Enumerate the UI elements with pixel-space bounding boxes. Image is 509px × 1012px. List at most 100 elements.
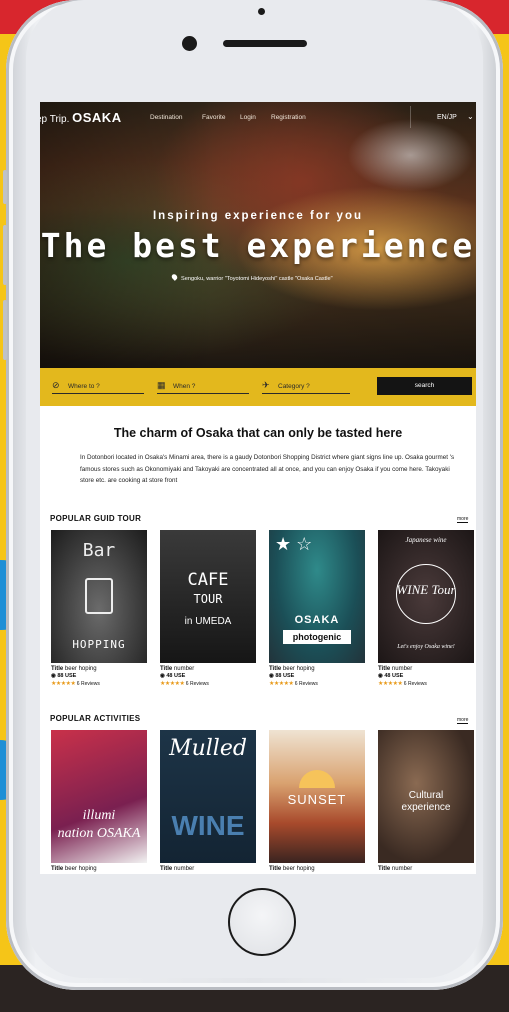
home-button[interactable]	[228, 888, 296, 956]
nav-favorite[interactable]: Favorite	[202, 114, 225, 121]
reviews-count: 6 Reviews	[76, 681, 100, 687]
nav-destination[interactable]: Destination	[150, 114, 183, 121]
title-value: beer hoping	[64, 666, 97, 672]
tour-card[interactable]: Japanese wine WINE Tour Let's enjoy Osak…	[378, 530, 474, 687]
tour-card-price: ◉ 48 USE	[160, 673, 186, 679]
title-value: beer hoping	[282, 666, 315, 672]
activity-card-image: illumi nation OSAKA	[51, 730, 147, 863]
tour-card-price: ◉ 88 USE	[51, 673, 77, 679]
tour-card-title: Title beer hoping	[269, 666, 365, 672]
activity-card-title: Title number	[378, 866, 474, 872]
category-placeholder: Category ?	[278, 383, 310, 390]
logo-prefix: ep Trip.	[40, 114, 70, 125]
tours-more-link[interactable]: more	[457, 516, 469, 523]
star-rating: ★★★★★	[51, 681, 76, 687]
intro-body: In Dotonbori located in Osaka's Minami a…	[80, 454, 455, 484]
nav-registration[interactable]: Registration	[271, 114, 306, 121]
activity-image-caption: Cultural	[408, 790, 444, 801]
tour-card[interactable]: CAFE TOUR in UMEDA Title number ◉ 48 USE…	[160, 530, 256, 687]
tour-card[interactable]: ★ ☆ OSAKA photogenic Title beer hoping ◉…	[269, 530, 365, 687]
tour-card-image: Japanese wine WINE Tour Let's enjoy Osak…	[378, 530, 474, 663]
star-rating: ★★★★★	[269, 681, 294, 687]
title-value: number	[391, 866, 413, 872]
when-placeholder: When ?	[173, 383, 196, 390]
hero-banner: ep Trip. OSAKA Destination Favorite Logi…	[40, 102, 476, 368]
price-value: 88 USE	[57, 673, 77, 679]
phone-camera	[182, 36, 197, 51]
tour-card-image: Bar HOPPING	[51, 530, 147, 663]
activity-card-title: Title beer hoping	[51, 866, 147, 872]
sun-icon	[299, 770, 335, 788]
tour-card-rating: ★★★★★ 6 Reviews	[160, 680, 256, 687]
phone-speaker	[223, 40, 307, 47]
title-label: Title	[378, 866, 391, 872]
intro-title: The charm of Osaka that can only be tast…	[113, 426, 403, 440]
reviews-count: 6 Reviews	[294, 681, 318, 687]
activity-card[interactable]: SUNSET Title beer hoping	[269, 730, 365, 872]
category-field[interactable]: ✈ Category ?	[262, 380, 350, 394]
when-field[interactable]: ▦ When ?	[157, 380, 249, 394]
title-value: number	[391, 666, 413, 672]
language-selector[interactable]: EN/JP ⌄	[410, 106, 474, 128]
activity-image-caption: experience	[401, 802, 451, 813]
pin-icon: ✈	[262, 380, 270, 390]
tour-image-caption: HOPPING	[72, 638, 126, 651]
where-field[interactable]: ⊘ Where to ?	[52, 380, 144, 394]
title-label: Title	[378, 666, 391, 672]
tour-image-caption: Bar	[82, 540, 116, 561]
app-screen: ep Trip. OSAKA Destination Favorite Logi…	[40, 102, 476, 874]
language-label: EN/JP	[437, 114, 457, 121]
tour-card[interactable]: Bar HOPPING Title beer hoping ◉ 88 USE ★…	[51, 530, 147, 687]
search-bar: ⊘ Where to ? ▦ When ? ✈ Category ? searc…	[40, 368, 476, 406]
activity-card-title: Title beer hoping	[269, 866, 365, 872]
activity-card-image: Mulled WINE	[160, 730, 256, 863]
tour-image-caption: WINE Tour	[396, 582, 456, 597]
tour-image-caption: CAFE	[187, 570, 229, 590]
logo-main: OSAKA	[72, 110, 122, 125]
tours-section-title: POPULAR GUID TOUR	[50, 514, 142, 523]
title-label: Title	[51, 866, 64, 872]
tour-image-caption: OSAKA	[294, 614, 340, 626]
tour-card-rating: ★★★★★ 6 Reviews	[378, 680, 474, 687]
site-logo[interactable]: ep Trip. OSAKA	[40, 110, 122, 125]
activity-card[interactable]: Cultural experience Title number	[378, 730, 474, 872]
tour-card-rating: ★★★★★ 6 Reviews	[51, 680, 147, 687]
tour-card-image: CAFE TOUR in UMEDA	[160, 530, 256, 663]
search-button[interactable]: search	[377, 377, 472, 395]
activity-image-caption: illumi	[82, 808, 116, 823]
reviews-count: 6 Reviews	[403, 681, 427, 687]
title-label: Title	[51, 666, 64, 672]
top-nav: ep Trip. OSAKA Destination Favorite Logi…	[40, 102, 476, 134]
compass-icon: ⊘	[52, 380, 60, 390]
activity-image-caption: nation OSAKA	[57, 826, 141, 841]
title-value: number	[173, 666, 195, 672]
activity-card-title: Title number	[160, 866, 256, 872]
activities-more-link[interactable]: more	[457, 717, 469, 724]
chevron-down-icon: ⌄	[467, 112, 474, 121]
tour-card-title: Title number	[160, 666, 256, 672]
hero-location-text: Sengoku, warrior "Toyotomi Hideyoshi" ca…	[181, 276, 333, 282]
activity-card-image: Cultural experience	[378, 730, 474, 863]
where-placeholder: Where to ?	[68, 383, 100, 390]
title-value: beer hoping	[64, 866, 97, 872]
activity-card-image: SUNSET	[269, 730, 365, 863]
tour-image-caption: in UMEDA	[184, 616, 232, 627]
activity-image-caption: WINE	[171, 810, 245, 841]
calendar-icon: ▦	[157, 380, 166, 390]
tour-card-price: ◉ 88 USE	[269, 673, 295, 679]
activity-card[interactable]: illumi nation OSAKA Title beer hoping	[51, 730, 147, 872]
reviews-count: 6 Reviews	[185, 681, 209, 687]
tour-image-caption: TOUR	[193, 592, 223, 606]
phone-sensor	[258, 8, 265, 15]
hero-location: Sengoku, warrior "Toyotomi Hideyoshi" ca…	[170, 273, 333, 282]
location-pin-icon	[170, 273, 179, 281]
price-value: 88 USE	[275, 673, 295, 679]
phone-side-button	[3, 225, 7, 285]
title-value: number	[173, 866, 195, 872]
nav-login[interactable]: Login	[240, 114, 256, 121]
tour-card-title: Title beer hoping	[51, 666, 147, 672]
title-label: Title	[160, 866, 173, 872]
activity-card[interactable]: Mulled WINE Title number	[160, 730, 256, 872]
tour-card-image: ★ ☆ OSAKA photogenic	[269, 530, 365, 663]
beer-mug-icon	[85, 578, 113, 614]
